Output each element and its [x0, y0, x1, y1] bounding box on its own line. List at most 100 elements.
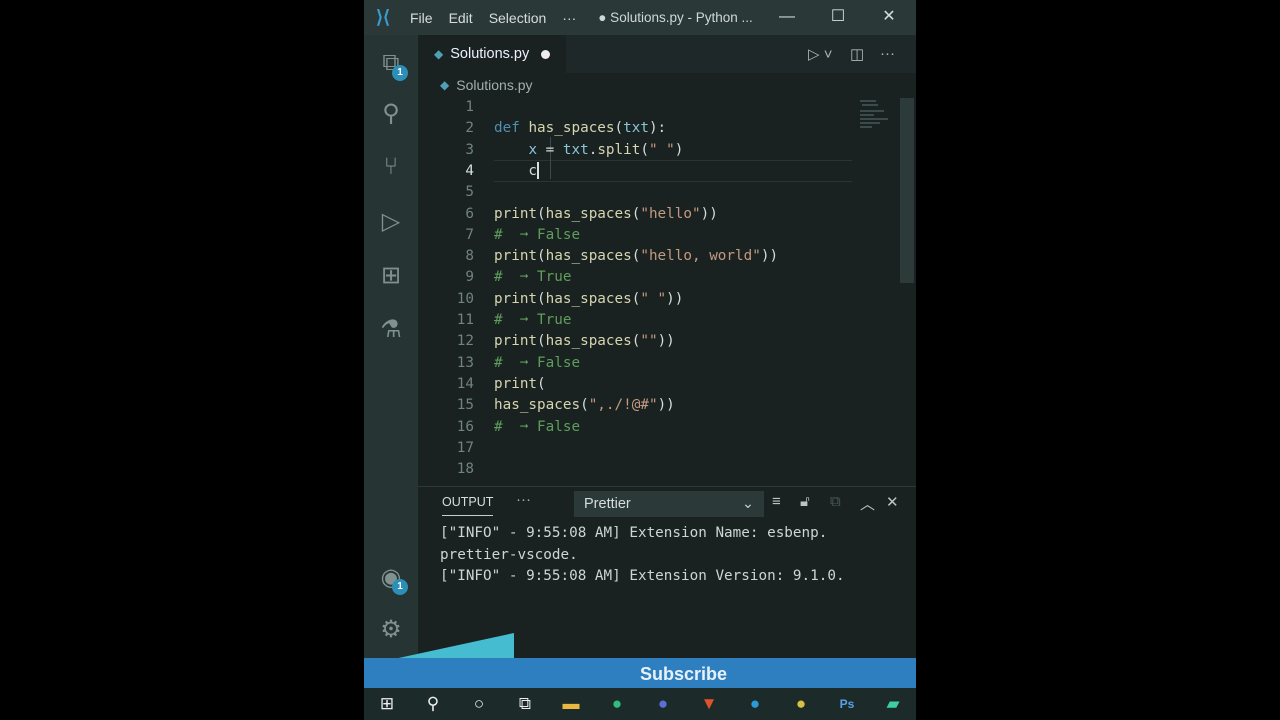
- code-token: has_spaces: [545, 333, 632, 350]
- accounts-icon[interactable]: ◉ 1: [364, 553, 418, 601]
- code-line[interactable]: 16 # ➞ False: [420, 417, 856, 438]
- chrome-icon[interactable]: ●: [778, 694, 824, 714]
- breadcrumb-file: Solutions.py: [456, 77, 533, 93]
- line-number: 14: [456, 375, 474, 392]
- output-line: ["INFO" - 9:55:08 AM] Extension Name: es…: [440, 525, 828, 541]
- minimap[interactable]: [858, 98, 898, 133]
- code-line[interactable]: 18: [420, 459, 856, 480]
- code-line[interactable]: 14 print(: [420, 374, 856, 395]
- run-file-icon[interactable]: ▷ ˅: [808, 45, 832, 63]
- code-token: print: [494, 205, 538, 222]
- code-token: txt: [562, 141, 589, 158]
- code-line[interactable]: 9 # ➞ True: [420, 267, 856, 288]
- explorer-badge: 1: [392, 65, 408, 81]
- windows-start-icon[interactable]: ⊞: [364, 694, 410, 714]
- close-panel-icon[interactable]: ✕: [886, 493, 899, 511]
- tab-output[interactable]: OUTPUT: [442, 495, 494, 516]
- code-token: (: [537, 290, 546, 307]
- code-line[interactable]: 3 x = txt.split(" "): [420, 140, 856, 161]
- canva-icon[interactable]: ●: [640, 694, 686, 714]
- taskbar-search-icon[interactable]: ⚲: [410, 694, 456, 714]
- testing-icon[interactable]: ⚗: [364, 305, 418, 353]
- menu-more[interactable]: ···: [562, 10, 576, 26]
- settings-gear-icon[interactable]: ⚙: [364, 605, 418, 653]
- code-line[interactable]: 4 c: [420, 161, 856, 182]
- file-explorer-icon[interactable]: ▬: [548, 694, 594, 714]
- code-token: )): [657, 397, 675, 414]
- code-text: # ➞ False: [494, 225, 580, 246]
- brave-icon[interactable]: ▼: [686, 694, 732, 714]
- tab-solutions-py[interactable]: ◆ Solutions.py: [418, 35, 566, 73]
- maximize-panel-icon[interactable]: ︿: [860, 493, 875, 514]
- activity-bar: ⧉ 1 ⚲ ⑂ ▷ ⊞ ⚗ ◉ 1 ⚙: [364, 35, 418, 658]
- code-line[interactable]: 5: [420, 182, 856, 203]
- extensions-icon[interactable]: ⊞: [364, 251, 418, 299]
- maximize-button[interactable]: ☐: [815, 0, 861, 35]
- edge-icon[interactable]: ●: [732, 694, 778, 714]
- code-token: ",./!@#": [588, 397, 658, 414]
- code-line[interactable]: 1: [420, 97, 856, 118]
- code-line[interactable]: 10 print(has_spaces(" ")): [420, 289, 856, 310]
- unsaved-dot-icon[interactable]: [541, 49, 551, 59]
- window-title: ● Solutions.py - Python ...: [598, 10, 753, 25]
- tab-bar: ◆ Solutions.py ▷ ˅ ◫ ···: [418, 35, 916, 73]
- code-token: (: [537, 333, 546, 350]
- code-line[interactable]: 11 # ➞ True: [420, 310, 856, 331]
- menu-edit[interactable]: Edit: [449, 10, 473, 26]
- code-token: print: [494, 333, 538, 350]
- cortana-icon[interactable]: ○: [456, 694, 502, 714]
- code-token: print: [494, 248, 538, 265]
- app-icon[interactable]: ▰: [870, 694, 916, 714]
- code-line[interactable]: 2 def has_spaces(txt):: [420, 118, 856, 139]
- code-text: print(: [494, 374, 546, 395]
- code-token: =: [537, 141, 563, 158]
- code-token: has_spaces: [545, 248, 632, 265]
- output-channel-select[interactable]: Prettier ⌄: [574, 491, 764, 517]
- editor-scrollbar[interactable]: [900, 98, 914, 283]
- lock-scroll-icon[interactable]: 🔓︎: [800, 493, 810, 510]
- code-token: (: [580, 397, 589, 414]
- grammarly-icon[interactable]: ●: [594, 694, 640, 714]
- more-actions-icon[interactable]: ···: [880, 45, 895, 62]
- code-token: print: [494, 290, 538, 307]
- menu-selection[interactable]: Selection: [489, 10, 547, 26]
- code-line[interactable]: 12 print(has_spaces("")): [420, 331, 856, 352]
- menu-file[interactable]: File: [410, 10, 433, 26]
- task-view-icon[interactable]: ⧉: [502, 694, 548, 714]
- close-button[interactable]: ✕: [866, 0, 912, 35]
- line-number: 12: [456, 333, 474, 350]
- code-token: print: [494, 375, 538, 392]
- python-file-icon: ◆: [434, 47, 444, 61]
- panel-more-icon[interactable]: ···: [516, 491, 531, 508]
- minimize-button[interactable]: —: [764, 0, 810, 35]
- code-token: split: [597, 141, 641, 158]
- line-number: 3: [465, 141, 474, 158]
- code-line[interactable]: 13 # ➞ False: [420, 353, 856, 374]
- code-line[interactable]: 6 print(has_spaces("hello")): [420, 204, 856, 225]
- subscribe-banner[interactable]: Subscribe: [364, 658, 916, 690]
- python-file-icon: ◆: [440, 78, 450, 92]
- code-token: has_spaces: [528, 120, 615, 137]
- explorer-icon[interactable]: ⧉ 1: [364, 39, 418, 87]
- code-line[interactable]: 8 print(has_spaces("hello, world")): [420, 246, 856, 267]
- clear-output-icon[interactable]: ≡: [772, 493, 781, 510]
- search-icon[interactable]: ⚲: [364, 89, 418, 137]
- subscribe-label: Subscribe: [640, 664, 728, 684]
- code-line[interactable]: 17: [420, 438, 856, 459]
- code-text: x = txt.split(" "): [494, 140, 683, 161]
- source-control-icon[interactable]: ⑂: [364, 143, 418, 191]
- code-editor[interactable]: 1 2 def has_spaces(txt): 3 x = txt.split(" …: [420, 97, 856, 481]
- code-line[interactable]: 7 # ➞ False: [420, 225, 856, 246]
- open-log-icon[interactable]: ⧉: [830, 493, 841, 510]
- code-token: has_spaces: [545, 205, 632, 222]
- line-number: 9: [465, 269, 474, 286]
- breadcrumb[interactable]: ◆ Solutions.py: [440, 77, 533, 93]
- split-editor-icon[interactable]: ◫: [850, 45, 864, 63]
- line-number: 15: [456, 397, 474, 414]
- photoshop-icon[interactable]: Ps: [824, 697, 870, 711]
- code-text: def has_spaces(txt):: [494, 118, 666, 139]
- line-number: 2: [465, 120, 474, 137]
- code-token: # ➞ True: [494, 269, 572, 286]
- code-line[interactable]: 15 has_spaces(",./!@#")): [420, 395, 856, 416]
- run-debug-icon[interactable]: ▷: [364, 197, 418, 245]
